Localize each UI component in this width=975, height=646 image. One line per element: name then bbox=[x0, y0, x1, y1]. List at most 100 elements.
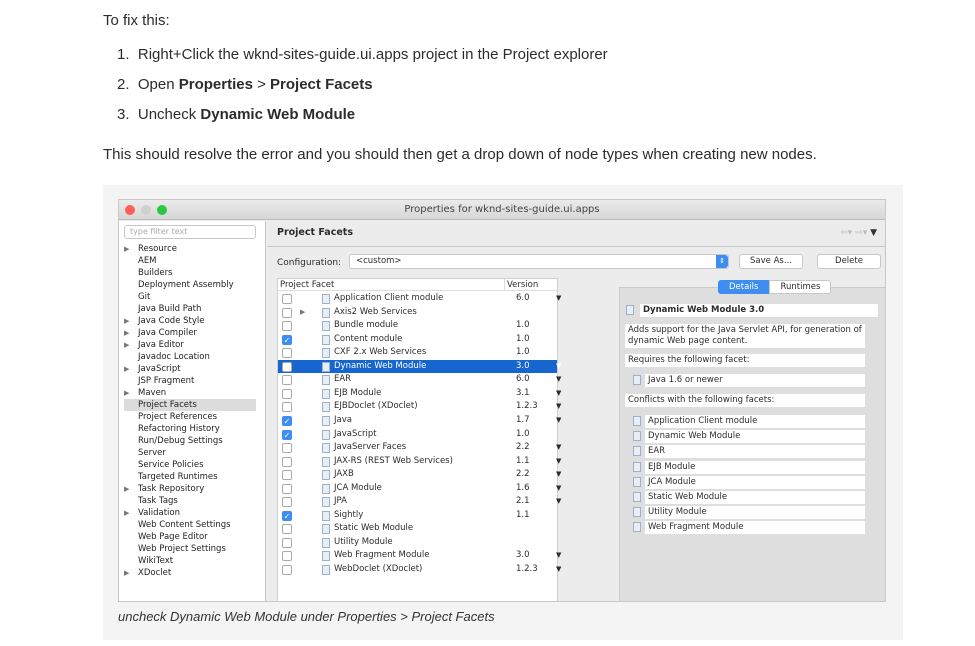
table-row[interactable]: Application Client module 6.0 ▼ bbox=[278, 292, 561, 305]
tree-item[interactable]: ▶ Java Editor bbox=[124, 339, 256, 351]
tree-item[interactable]: AEM bbox=[124, 255, 256, 267]
table-row[interactable]: JCA Module 1.6 ▼ bbox=[278, 482, 561, 495]
version-dropdown-icon[interactable]: ▼ bbox=[556, 549, 561, 562]
table-row[interactable]: EJBDoclet (XDoclet) 1.2.3 ▼ bbox=[278, 400, 561, 413]
facet-checkbox[interactable] bbox=[282, 361, 292, 372]
table-row[interactable]: EAR 6.0 ▼ bbox=[278, 373, 561, 386]
version-dropdown-icon[interactable]: ▼ bbox=[556, 400, 561, 413]
facet-checkbox[interactable] bbox=[282, 375, 292, 386]
facet-checkbox[interactable] bbox=[282, 456, 292, 467]
tree-item[interactable]: ▶ Validation bbox=[124, 507, 256, 519]
expand-triangle-icon[interactable]: ▶ bbox=[300, 306, 305, 319]
facet-checkbox[interactable] bbox=[282, 294, 292, 304]
facet-checkbox[interactable] bbox=[282, 348, 292, 359]
version-dropdown-icon[interactable]: ▼ bbox=[556, 482, 561, 495]
table-row[interactable]: ✓ JavaScript 1.0 bbox=[278, 428, 557, 441]
facet-checkbox[interactable] bbox=[282, 443, 292, 454]
tree-item[interactable]: Java Build Path bbox=[124, 303, 256, 315]
facet-checkbox[interactable] bbox=[282, 537, 292, 548]
tree-item[interactable]: Deployment Assembly bbox=[124, 279, 256, 291]
tree-item[interactable]: Javadoc Location bbox=[124, 351, 256, 363]
tree-item[interactable]: ▶ Resource bbox=[124, 243, 256, 255]
configuration-select[interactable]: <custom> ⇕ bbox=[349, 254, 729, 269]
delete-button[interactable]: Delete bbox=[817, 254, 881, 269]
tree-item[interactable]: Web Project Settings bbox=[124, 543, 256, 555]
tree-item[interactable]: Web Page Editor bbox=[124, 531, 256, 543]
table-row[interactable]: ✓ Content module 1.0 bbox=[278, 333, 557, 346]
table-row[interactable]: ▶ Axis2 Web Services bbox=[278, 306, 557, 319]
tree-item[interactable]: ▶ XDoclet bbox=[124, 567, 256, 579]
tree-item[interactable]: Task Tags bbox=[124, 495, 256, 507]
expand-triangle-icon[interactable]: ▶ bbox=[124, 387, 129, 399]
version-dropdown-icon[interactable]: ▼ bbox=[556, 468, 561, 481]
facet-checkbox[interactable]: ✓ bbox=[282, 429, 292, 440]
table-row[interactable]: Dynamic Web Module 3.0 ▼ bbox=[278, 359, 561, 373]
expand-triangle-icon[interactable]: ▶ bbox=[124, 507, 129, 519]
facet-checkbox[interactable] bbox=[282, 402, 292, 413]
facet-checkbox[interactable] bbox=[282, 470, 292, 481]
tree-item[interactable]: Project Facets bbox=[124, 399, 256, 411]
facet-checkbox[interactable] bbox=[282, 524, 292, 535]
tree-item[interactable]: ▶ JavaScript bbox=[124, 363, 256, 375]
table-row[interactable]: JavaServer Faces 2.2 ▼ bbox=[278, 441, 561, 454]
version-dropdown-icon[interactable]: ▼ bbox=[556, 563, 561, 576]
tree-item[interactable]: Project References bbox=[124, 411, 256, 423]
table-row[interactable]: JAXB 2.2 ▼ bbox=[278, 468, 561, 481]
table-row[interactable]: ✓ Java 1.7 ▼ bbox=[278, 414, 561, 427]
version-dropdown-icon[interactable]: ▼ bbox=[556, 292, 561, 305]
tree-item[interactable]: Builders bbox=[124, 267, 256, 279]
facet-checkbox[interactable]: ✓ bbox=[282, 510, 292, 521]
table-row[interactable]: Bundle module 1.0 bbox=[278, 319, 557, 332]
tree-item[interactable]: Service Policies bbox=[124, 459, 256, 471]
table-row[interactable]: Static Web Module bbox=[278, 522, 557, 535]
version-dropdown-icon[interactable]: ▼ bbox=[556, 495, 561, 508]
navigation-arrows-icon[interactable]: ⇦▾ ⇨▾ ▼ bbox=[840, 228, 877, 238]
tree-item[interactable]: Server bbox=[124, 447, 256, 459]
expand-triangle-icon[interactable]: ▶ bbox=[124, 483, 129, 495]
expand-triangle-icon[interactable]: ▶ bbox=[124, 315, 129, 327]
version-dropdown-icon[interactable]: ▼ bbox=[556, 387, 561, 400]
tree-item[interactable]: ▶ Java Code Style bbox=[124, 315, 256, 327]
tree-item[interactable]: ▶ Task Repository bbox=[124, 483, 256, 495]
table-row[interactable]: Web Fragment Module 3.0 ▼ bbox=[278, 549, 561, 562]
table-row[interactable]: ✓ Sightly 1.1 bbox=[278, 509, 557, 522]
table-row[interactable]: EJB Module 3.1 ▼ bbox=[278, 387, 561, 400]
facet-checkbox[interactable] bbox=[282, 497, 292, 508]
save-as-button[interactable]: Save As... bbox=[739, 254, 803, 269]
version-dropdown-icon[interactable]: ▼ bbox=[556, 455, 561, 468]
tree-item[interactable]: Git bbox=[124, 291, 256, 303]
expand-triangle-icon[interactable]: ▶ bbox=[124, 339, 129, 351]
tab-runtimes[interactable]: Runtimes bbox=[769, 280, 832, 294]
version-dropdown-icon[interactable]: ▼ bbox=[556, 373, 561, 386]
version-dropdown-icon[interactable]: ▼ bbox=[556, 441, 561, 454]
table-row[interactable]: Utility Module bbox=[278, 536, 557, 549]
expand-triangle-icon[interactable]: ▶ bbox=[124, 567, 129, 579]
facet-checkbox[interactable] bbox=[282, 307, 292, 318]
table-row[interactable]: JPA 2.1 ▼ bbox=[278, 495, 561, 508]
tree-item[interactable]: Web Content Settings bbox=[124, 519, 256, 531]
tree-item[interactable]: Refactoring History bbox=[124, 423, 256, 435]
tree-item[interactable]: WikiText bbox=[124, 555, 256, 567]
expand-triangle-icon[interactable]: ▶ bbox=[124, 327, 129, 339]
tree-item[interactable]: ▶ Java Compiler bbox=[124, 327, 256, 339]
version-dropdown-icon[interactable]: ▼ bbox=[556, 360, 561, 373]
facet-checkbox[interactable] bbox=[282, 483, 292, 494]
tree-item[interactable]: ▶ Maven bbox=[124, 387, 256, 399]
tree-item[interactable]: JSP Fragment bbox=[124, 375, 256, 387]
facet-checkbox[interactable]: ✓ bbox=[282, 334, 292, 345]
tree-item[interactable]: Targeted Runtimes bbox=[124, 471, 256, 483]
facet-checkbox[interactable]: ✓ bbox=[282, 415, 292, 426]
facet-checkbox[interactable] bbox=[282, 321, 292, 332]
facet-checkbox[interactable] bbox=[282, 551, 292, 562]
table-row[interactable]: CXF 2.x Web Services 1.0 bbox=[278, 346, 557, 359]
facet-checkbox[interactable] bbox=[282, 565, 292, 575]
tab-details[interactable]: Details bbox=[718, 280, 770, 294]
filter-input[interactable]: type filter text bbox=[124, 225, 256, 239]
table-row[interactable]: WebDoclet (XDoclet) 1.2.3 ▼ bbox=[278, 563, 561, 576]
tree-item[interactable]: Run/Debug Settings bbox=[124, 435, 256, 447]
expand-triangle-icon[interactable]: ▶ bbox=[124, 363, 129, 375]
version-dropdown-icon[interactable]: ▼ bbox=[556, 414, 561, 427]
expand-triangle-icon[interactable]: ▶ bbox=[124, 243, 129, 255]
table-row[interactable]: JAX-RS (REST Web Services) 1.1 ▼ bbox=[278, 455, 561, 468]
facet-checkbox[interactable] bbox=[282, 388, 292, 399]
